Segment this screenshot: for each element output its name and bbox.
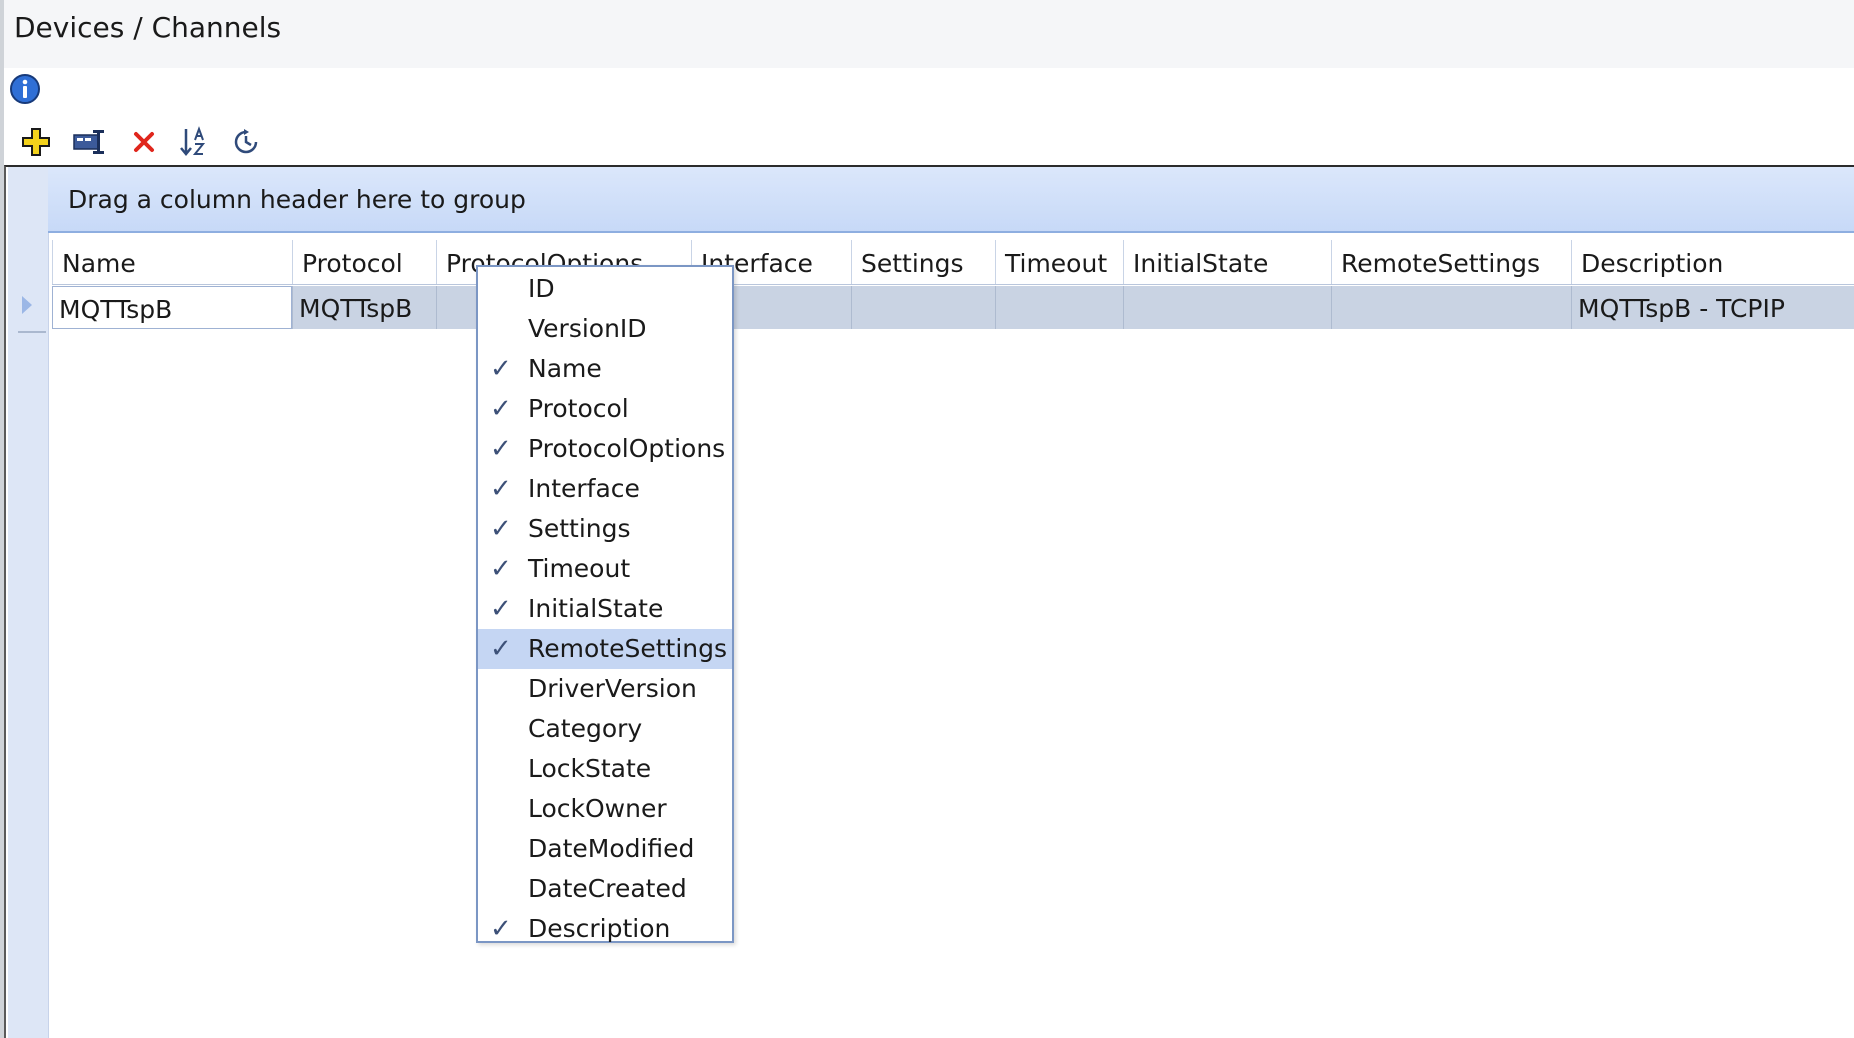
sort-button[interactable] bbox=[174, 124, 214, 160]
check-icon bbox=[490, 669, 514, 709]
check-icon: ✓ bbox=[490, 594, 512, 624]
menu-item-protocoloptions[interactable]: ✓ ProtocolOptions bbox=[478, 429, 732, 469]
menu-item-category[interactable]: Category bbox=[478, 709, 732, 749]
info-icon[interactable] bbox=[9, 73, 41, 105]
cell-remotesettings[interactable] bbox=[1331, 286, 1571, 329]
menu-item-lockowner[interactable]: LockOwner bbox=[478, 789, 732, 829]
cell-description[interactable]: MQTTspB - TCPIP bbox=[1571, 286, 1854, 329]
current-row-indicator-icon bbox=[22, 296, 32, 314]
check-icon: ✓ bbox=[490, 914, 512, 944]
check-icon bbox=[490, 749, 514, 789]
menu-item-datemodified[interactable]: DateModified bbox=[478, 829, 732, 869]
edit-columns-icon bbox=[73, 130, 104, 154]
column-header-initialstate[interactable]: InitialState bbox=[1123, 240, 1331, 284]
delete-button[interactable] bbox=[124, 124, 164, 160]
check-icon: ✓ bbox=[490, 634, 512, 664]
column-header-settings[interactable]: Settings bbox=[851, 240, 995, 284]
cell-initialstate[interactable] bbox=[1123, 286, 1331, 329]
column-header-description[interactable]: Description bbox=[1571, 240, 1854, 284]
menu-item-name[interactable]: ✓ Name bbox=[478, 349, 732, 389]
column-header-timeout[interactable]: Timeout bbox=[995, 240, 1123, 284]
check-icon: ✓ bbox=[490, 394, 512, 424]
check-icon: ✓ bbox=[490, 474, 512, 504]
check-icon bbox=[490, 269, 514, 309]
menu-item-versionid[interactable]: VersionID bbox=[478, 309, 732, 349]
menu-item-description[interactable]: ✓ Description bbox=[478, 909, 732, 949]
table-row[interactable]: MQTTspB MQTTspB IP MQTTspB - TCPIP bbox=[52, 286, 1854, 329]
data-grid: Drag a column header here to group Name … bbox=[4, 165, 1854, 1038]
column-header-protocol[interactable]: Protocol bbox=[292, 240, 436, 284]
cell-settings[interactable] bbox=[851, 286, 995, 329]
add-button[interactable] bbox=[16, 124, 56, 160]
title-bar bbox=[4, 0, 1854, 68]
check-icon: ✓ bbox=[490, 354, 512, 384]
plus-icon bbox=[22, 128, 50, 156]
column-header-row: Name Protocol ProtocolOptions Interface … bbox=[52, 240, 1854, 285]
menu-item-timeout[interactable]: ✓ Timeout bbox=[478, 549, 732, 589]
sort-az-icon bbox=[180, 126, 206, 156]
check-icon bbox=[490, 309, 514, 349]
history-icon bbox=[234, 129, 258, 154]
toolbar bbox=[4, 124, 604, 160]
history-button[interactable] bbox=[226, 124, 266, 160]
menu-item-remotesettings[interactable]: ✓ RemoteSettings bbox=[478, 629, 732, 669]
check-icon: ✓ bbox=[490, 554, 512, 584]
menu-item-lockstate[interactable]: LockState bbox=[478, 749, 732, 789]
check-icon bbox=[490, 829, 514, 869]
column-chooser-menu: ID VersionID ✓ Name ✓ Protocol ✓ Protoco… bbox=[476, 265, 734, 944]
column-header-remotesettings[interactable]: RemoteSettings bbox=[1331, 240, 1571, 284]
cell-timeout[interactable] bbox=[995, 286, 1123, 329]
menu-item-settings[interactable]: ✓ Settings bbox=[478, 509, 732, 549]
menu-item-datecreated[interactable]: DateCreated bbox=[478, 869, 732, 909]
check-icon: ✓ bbox=[490, 514, 512, 544]
check-icon bbox=[490, 869, 514, 909]
check-icon bbox=[490, 789, 514, 829]
menu-item-protocol[interactable]: ✓ Protocol bbox=[478, 389, 732, 429]
column-header-name[interactable]: Name bbox=[52, 240, 292, 284]
row-separator bbox=[18, 331, 46, 333]
group-panel-prompt: Drag a column header here to group bbox=[68, 185, 526, 214]
menu-item-driverversion[interactable]: DriverVersion bbox=[478, 669, 732, 709]
edit-button[interactable] bbox=[70, 124, 110, 160]
page-title: Devices / Channels bbox=[14, 11, 282, 44]
close-icon bbox=[134, 132, 154, 152]
menu-item-id[interactable]: ID bbox=[478, 269, 732, 309]
menu-item-initialstate[interactable]: ✓ InitialState bbox=[478, 589, 732, 629]
check-icon bbox=[490, 709, 514, 749]
check-icon: ✓ bbox=[490, 434, 512, 464]
cell-protocol[interactable]: MQTTspB bbox=[292, 286, 436, 329]
menu-item-interface[interactable]: ✓ Interface bbox=[478, 469, 732, 509]
cell-name[interactable]: MQTTspB bbox=[52, 286, 292, 329]
